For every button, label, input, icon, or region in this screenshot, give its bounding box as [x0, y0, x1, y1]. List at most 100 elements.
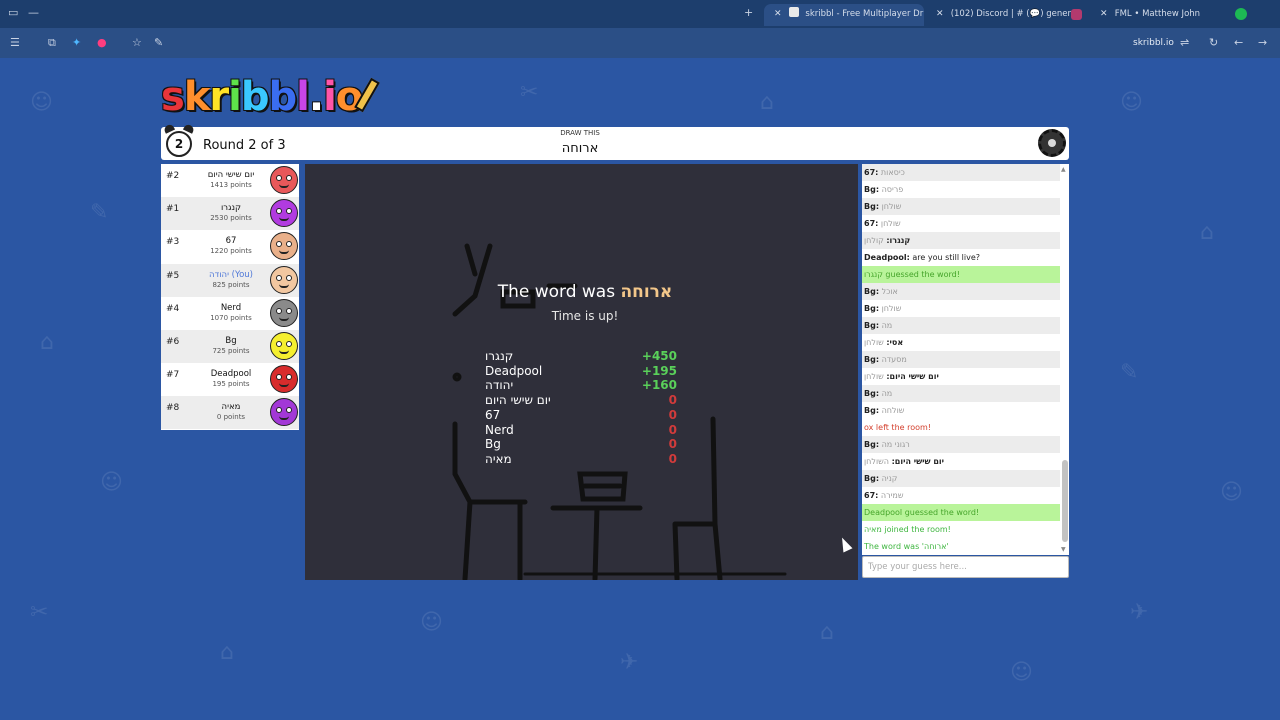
result-score: 0 — [668, 422, 677, 437]
result-row: Bg 0 — [485, 437, 677, 451]
chat-system-text: קנגרו guessed the word! — [864, 270, 960, 279]
player-row[interactable]: #3 67 1220 points — [161, 230, 299, 263]
chat-system-text: The word was 'ארוחה' — [864, 542, 949, 551]
chat-text: מה — [881, 389, 893, 398]
tab-discord[interactable]: ✕ (102) Discord | # (💬) general — [926, 4, 1086, 26]
player-row[interactable]: #8 מאיה 0 points — [161, 396, 299, 430]
player-points: 1220 points — [210, 247, 252, 256]
browser-tab-bar: ▭ — + ✕ skribbl - Free Multiplayer Dr ✕ … — [0, 0, 1280, 28]
chat-message: The word was 'ארוחה' — [862, 538, 1060, 555]
player-row[interactable]: #7 Deadpool 195 points — [161, 363, 299, 396]
chat-text: השולחן — [864, 457, 890, 466]
player-avatar — [270, 298, 298, 327]
logo-letter: i — [323, 74, 337, 120]
chat-message: Deadpool: are you still live? — [862, 249, 1060, 266]
result-row: יום שישי היום 0 — [485, 393, 677, 407]
doodle-icon: ☺ — [1010, 660, 1033, 685]
chat-message: Bg: מסעדה — [862, 351, 1060, 368]
close-tab-icon[interactable]: ✕ — [1100, 4, 1112, 24]
guess-input[interactable] — [862, 556, 1069, 578]
chat-author: Bg: — [864, 406, 880, 415]
chat-message: 67: שמירה — [862, 487, 1060, 504]
result-player-name: יהודה — [485, 378, 514, 393]
result-row: 67 0 — [485, 408, 677, 422]
extension-pink-icon[interactable]: ● — [97, 36, 107, 49]
player-points: 1070 points — [210, 313, 252, 322]
back-icon[interactable]: ← — [1234, 36, 1243, 49]
address-url[interactable]: skribbl.io — [1133, 38, 1174, 48]
chat-text: כיסאות — [880, 168, 905, 177]
chat-message: Bg: קניה — [862, 470, 1060, 487]
player-avatar — [270, 232, 298, 261]
minimize-icon[interactable]: — — [28, 6, 39, 19]
result-score: 0 — [668, 437, 677, 452]
doodle-icon: ✂ — [520, 80, 539, 105]
doodle-icon: ☺ — [420, 610, 443, 635]
drawn-stroke — [452, 243, 493, 317]
chat-message: יום שישי היום: שולחן — [862, 368, 1060, 385]
tab-title: skribbl - Free Multiplayer Dr — [805, 9, 924, 19]
chat-text: פריסה — [881, 185, 904, 194]
chat-message: ox left the room! — [862, 419, 1060, 436]
chat-text: שולחן — [881, 304, 902, 313]
tab-skribbl[interactable]: ✕ skribbl - Free Multiplayer Dr — [764, 4, 924, 26]
player-rank: #1 — [166, 204, 180, 215]
drawing-canvas[interactable]: The word was ארוחה Time is up! קנגרו +450… — [305, 164, 858, 580]
chat-scrollbar[interactable] — [1062, 460, 1068, 542]
chat-message: Bg: מה — [862, 385, 1060, 402]
result-player-name: Bg — [485, 437, 501, 452]
reload-icon[interactable]: ↻ — [1209, 36, 1218, 49]
chat-message: Bg: מה — [862, 317, 1060, 334]
result-row: Deadpool +195 — [485, 364, 677, 378]
extension-blue-icon[interactable]: ✦ — [72, 36, 81, 49]
chat-author: Bg: — [864, 440, 880, 449]
scroll-up-icon[interactable]: ▲ — [1061, 166, 1066, 173]
chat-author: Bg: — [864, 474, 880, 483]
player-avatar — [270, 365, 298, 394]
close-tab-icon[interactable]: ✕ — [774, 4, 786, 24]
player-points: 725 points — [212, 347, 250, 355]
sidebar-icon[interactable]: ☰ — [10, 36, 20, 49]
player-row[interactable]: #1 קנגרו 2530 points — [161, 197, 299, 231]
forward-icon[interactable]: → — [1258, 36, 1267, 49]
player-rank: #6 — [166, 337, 180, 347]
chat-author: יום שישי היום: — [886, 372, 939, 381]
player-row[interactable]: #6 Bg 725 points — [161, 330, 299, 363]
player-name: יהודה (You) — [209, 269, 253, 280]
player-row[interactable]: #4 Nerd 1070 points — [161, 297, 299, 330]
logo-letter: s — [161, 74, 185, 120]
bookmark-star-icon[interactable]: ☆ — [132, 36, 142, 49]
extensions-icon[interactable]: ⧉ — [48, 36, 56, 50]
doodle-icon: ☺ — [1220, 480, 1243, 505]
logo-letter: k — [183, 74, 211, 120]
player-list: #2 יום שישי היום 1413 points #1 קנגרו 2530 po… — [161, 164, 299, 430]
chat-message: קנגרו guessed the word! — [862, 266, 1060, 283]
chat-message: Bg: אוכל — [862, 283, 1060, 300]
chat-message: Bg: שולחן — [862, 300, 1060, 317]
player-points: 0 points — [216, 413, 246, 422]
player-name: מאיה — [221, 402, 241, 413]
new-tab-button[interactable]: + — [744, 6, 753, 19]
chat-text: שולחן — [864, 372, 884, 381]
word-reveal-prefix: The word was — [497, 282, 616, 302]
skribbl-logo: skribbl.io — [161, 74, 364, 122]
close-tab-icon[interactable]: ✕ — [936, 4, 948, 24]
chat-text: קניה — [881, 474, 898, 483]
chat-text: שולחן — [881, 202, 902, 211]
result-score: +195 — [641, 363, 677, 378]
scroll-down-icon[interactable]: ▼ — [1061, 546, 1066, 553]
site-settings-icon[interactable]: ⇌ — [1180, 36, 1189, 49]
doodle-icon: ✎ — [1120, 360, 1139, 385]
player-row[interactable]: #2 יום שישי היום 1413 points — [161, 164, 299, 197]
logo-letter: i — [228, 74, 242, 120]
logo-letter: o — [335, 74, 364, 120]
settings-gear-icon[interactable] — [1038, 129, 1066, 157]
site-icon[interactable]: ✎ — [154, 36, 163, 49]
chat-message: קנגרו: קולחן — [862, 232, 1060, 249]
player-row[interactable]: #5 יהודה (You) 825 points — [161, 263, 299, 297]
chat-message: אסי: שולחן — [862, 334, 1060, 351]
chat-author: 67: — [864, 219, 879, 228]
round-indicator: Round 2 of 3 — [203, 138, 286, 153]
tab-menu-icon[interactable]: ▭ — [8, 6, 18, 19]
tab-spotify[interactable]: ✕ FML • Matthew John — [1090, 4, 1230, 26]
